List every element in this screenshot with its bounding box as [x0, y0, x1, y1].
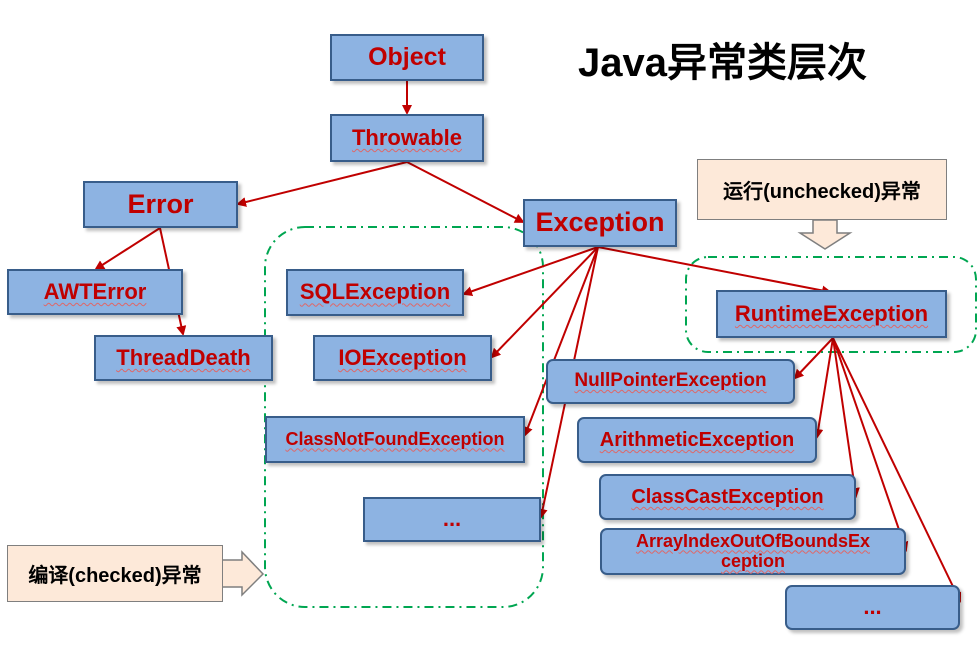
node-arrayindex-label-line2: ception [720, 550, 785, 571]
checked-callout: 编译(checked)异常 [7, 545, 223, 602]
node-throwable: Throwable [330, 114, 484, 162]
arrow-exception-ioexception [490, 246, 599, 359]
unchecked-callout-arrow-icon [797, 219, 853, 250]
node-sqlexception: SQLException [286, 269, 464, 316]
node-classcastexception: ClassCastException [599, 474, 856, 520]
node-runtimeexception: RuntimeException [716, 290, 947, 338]
arrow-exception-sqlexception [462, 246, 599, 297]
node-nullpointerexception: NullPointerException [546, 359, 795, 404]
arrow-exception-runtime [597, 246, 832, 296]
node-ioexception-label: IOException [338, 344, 467, 370]
arrow-throwable-error [236, 161, 408, 207]
node-runtime-label: RuntimeException [734, 300, 929, 326]
node-unchecked-more: ... [785, 585, 960, 630]
node-awterror-label: AWTError [43, 278, 147, 304]
node-threaddeath: ThreadDeath [94, 335, 273, 381]
checked-callout-arrow-icon [221, 550, 265, 597]
arrow-exception-classnotfound [523, 246, 599, 437]
node-arithmetic-label: ArithmeticException [599, 429, 795, 451]
node-object: Object [330, 34, 484, 81]
unchecked-callout: 运行(unchecked)异常 [697, 159, 947, 220]
node-threaddeath-label: ThreadDeath [116, 344, 251, 370]
node-checked-more: ... [363, 497, 541, 542]
node-classnotfoundexception: ClassNotFoundException [265, 416, 525, 463]
node-arithmeticexception: ArithmeticException [577, 417, 817, 463]
node-classnotfound-label: ClassNotFoundException [285, 428, 505, 449]
arrow-throwable-exception [406, 161, 525, 223]
node-checked-more-label: ... [442, 506, 462, 532]
node-arrayindexoutofboundsexception: ArrayIndexOutOfBoundsEx ception [600, 528, 906, 575]
node-exception-label: Exception [535, 207, 665, 238]
arrow-error-awterror [94, 227, 161, 271]
node-unchecked-more-label: ... [863, 594, 882, 620]
node-arrayindex-label-line1: ArrayIndexOutOfBoundsEx [635, 530, 871, 551]
node-throwable-label: Throwable [351, 124, 462, 150]
page-title: Java异常类层次 [578, 41, 867, 85]
node-ioexception: IOException [313, 335, 492, 381]
unchecked-callout-label: 运行(unchecked)异常 [723, 181, 921, 203]
node-error: Error [83, 181, 238, 228]
node-sqlexception-label: SQLException [299, 279, 451, 305]
node-awterror: AWTError [7, 269, 183, 315]
checked-callout-label: 编译(checked)异常 [28, 565, 202, 587]
node-exception: Exception [523, 199, 677, 247]
node-classcast-label: ClassCastException [631, 486, 824, 508]
node-error-label: Error [127, 188, 194, 219]
node-object-label: Object [368, 42, 446, 71]
node-nullpointer-label: NullPointerException [574, 370, 767, 392]
